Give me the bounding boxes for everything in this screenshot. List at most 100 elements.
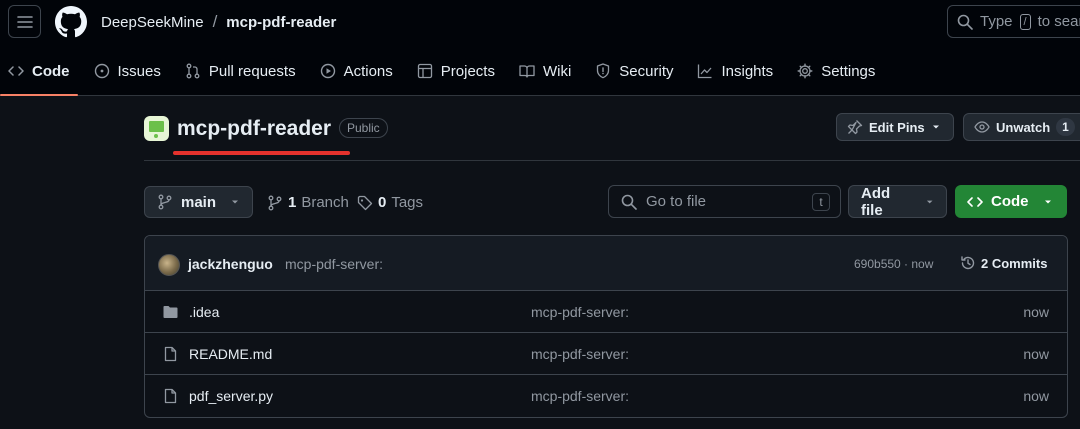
search-icon <box>957 14 973 30</box>
history-icon <box>961 256 975 270</box>
file-commit-message[interactable]: mcp-pdf-server: <box>531 346 629 362</box>
branch-label: Branch <box>301 194 349 211</box>
file-commit-time: now <box>1023 388 1049 404</box>
tab-label: Security <box>619 62 674 80</box>
tab-label: Wiki <box>542 62 572 80</box>
tab-wiki[interactable]: Wiki <box>511 50 579 92</box>
breadcrumb-separator: / <box>212 12 218 31</box>
annotation-underline <box>173 151 350 155</box>
file-icon <box>164 388 177 404</box>
tab-settings[interactable]: Settings <box>789 50 883 92</box>
gear-icon <box>797 63 813 79</box>
github-logo-icon[interactable] <box>55 6 87 38</box>
menu-button[interactable] <box>8 5 41 38</box>
tab-label: Settings <box>821 62 876 80</box>
tab-label: Insights <box>721 62 774 80</box>
tab-pull-requests[interactable]: Pull requests <box>177 50 304 92</box>
search-placeholder-prefix: Type <box>980 13 1013 30</box>
code-button-label: Code <box>991 193 1029 210</box>
file-name[interactable]: README.md <box>189 346 272 362</box>
breadcrumb-repo[interactable]: mcp-pdf-reader <box>226 14 336 31</box>
tab-security[interactable]: Security <box>587 50 681 92</box>
tag-label: Tags <box>391 194 424 211</box>
commits-count-label: 2 Commits <box>981 255 1048 271</box>
table-icon <box>417 63 432 79</box>
tag-count: 0 <box>378 194 387 211</box>
edit-pins-label: Edit Pins <box>869 119 925 135</box>
breadcrumb: DeepSeekMine / mcp-pdf-reader <box>101 12 336 32</box>
repo-tabs: Code Issues Pull requests Actions Projec… <box>0 50 891 96</box>
branch-icon <box>268 195 282 210</box>
tab-label: Issues <box>117 62 161 80</box>
tag-icon <box>357 195 373 210</box>
table-row[interactable]: README.md mcp-pdf-server: now <box>145 333 1067 375</box>
book-icon <box>519 65 535 78</box>
caret-down-icon <box>1044 200 1051 203</box>
branches-link[interactable]: 1 Branch <box>267 194 349 211</box>
tab-issues[interactable]: Issues <box>86 50 169 92</box>
file-commit-message[interactable]: mcp-pdf-server: <box>531 304 629 320</box>
tab-code[interactable]: Code <box>0 50 78 96</box>
watch-count: 1 <box>1056 118 1075 136</box>
search-icon <box>621 194 637 210</box>
branch-icon <box>158 194 172 210</box>
caret-down-icon <box>932 125 939 129</box>
unwatch-label: Unwatch <box>996 119 1051 135</box>
add-file-button[interactable]: Add file <box>848 184 947 219</box>
global-search[interactable]: Type / to sear <box>947 5 1080 38</box>
search-placeholder-suffix: to sear <box>1037 13 1080 30</box>
search-shortcut-key: / <box>1019 13 1031 30</box>
unwatch-button[interactable]: Unwatch 1 <box>963 113 1080 141</box>
pin-icon <box>847 120 863 135</box>
tab-actions[interactable]: Actions <box>312 50 401 92</box>
branch-selector[interactable]: main <box>144 186 253 218</box>
repo-title-row: mcp-pdf-reader Public Edit Pins Unwatch … <box>144 111 1080 161</box>
edit-pins-button[interactable]: Edit Pins <box>836 113 954 141</box>
go-to-file-placeholder: Go to file <box>646 193 707 210</box>
tab-label: Code <box>32 62 70 80</box>
file-name[interactable]: pdf_server.py <box>189 388 273 404</box>
file-icon <box>164 346 177 362</box>
commits-history-link[interactable]: 2 Commits <box>960 255 1047 271</box>
play-icon <box>320 63 335 79</box>
repo-title[interactable]: mcp-pdf-reader <box>177 117 331 141</box>
file-name[interactable]: .idea <box>189 304 219 320</box>
latest-commit-bar: jackzhenguo mcp-pdf-server: 690b550 · no… <box>145 236 1067 291</box>
caret-down-icon <box>926 200 933 203</box>
commit-hash-time[interactable]: 690b550 · now <box>854 257 933 271</box>
global-header: DeepSeekMine / mcp-pdf-reader Type / to … <box>0 0 1080 96</box>
tab-insights[interactable]: Insights <box>689 50 781 92</box>
commit-author[interactable]: jackzhenguo <box>188 256 273 272</box>
code-icon <box>967 196 983 207</box>
branch-name: main <box>180 193 216 211</box>
commit-message[interactable]: mcp-pdf-server: <box>285 256 383 272</box>
add-file-label: Add file <box>861 184 891 219</box>
graph-icon <box>698 64 712 79</box>
pull-request-icon <box>186 63 200 79</box>
file-browser: jackzhenguo mcp-pdf-server: 690b550 · no… <box>144 235 1068 418</box>
folder-icon <box>163 306 178 318</box>
avatar[interactable] <box>158 254 180 276</box>
eye-icon <box>974 121 990 133</box>
code-icon <box>8 66 24 76</box>
hamburger-icon <box>16 15 33 28</box>
table-row[interactable]: pdf_server.py mcp-pdf-server: now <box>145 375 1067 417</box>
file-commit-message[interactable]: mcp-pdf-server: <box>531 388 629 404</box>
table-row[interactable]: .idea mcp-pdf-server: now <box>145 291 1067 333</box>
code-button[interactable]: Code <box>955 185 1067 218</box>
tab-label: Actions <box>343 62 393 80</box>
go-to-file-shortcut: t <box>812 193 830 211</box>
breadcrumb-owner[interactable]: DeepSeekMine <box>101 14 204 31</box>
tags-link[interactable]: 0 Tags <box>357 194 423 211</box>
branch-count: 1 <box>288 194 297 211</box>
tab-projects[interactable]: Projects <box>409 50 503 92</box>
tab-label: Pull requests <box>208 62 296 80</box>
file-commit-time: now <box>1023 304 1049 320</box>
caret-down-icon <box>232 200 238 204</box>
file-commit-time: now <box>1023 346 1049 362</box>
shield-icon <box>597 63 610 79</box>
issue-icon <box>94 63 109 79</box>
visibility-badge: Public <box>339 118 388 138</box>
tab-label: Projects <box>440 62 495 80</box>
go-to-file-input[interactable]: Go to file t <box>608 185 841 218</box>
